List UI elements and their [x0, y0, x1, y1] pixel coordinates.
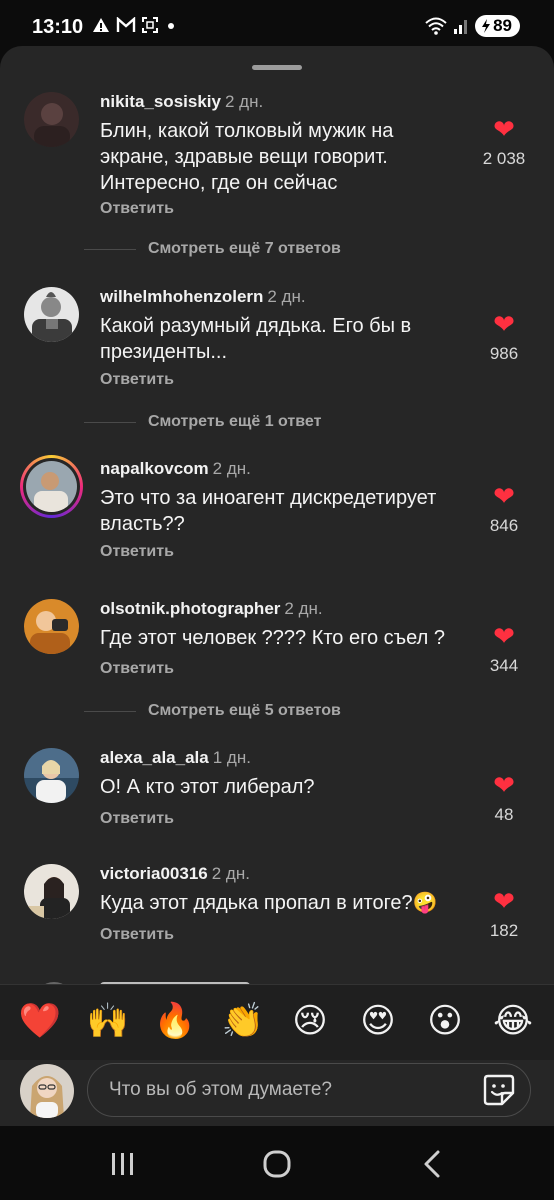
view-more-replies[interactable]: Смотреть ещё 5 ответов — [84, 700, 341, 722]
comment-age: 2 дн. — [224, 92, 264, 111]
raised-hands-emoji-button[interactable]: 🙌 — [86, 999, 130, 1043]
back-icon[interactable] — [413, 1144, 453, 1184]
status-time: 13:10 — [32, 16, 84, 38]
dot-icon — [168, 23, 174, 29]
status-left-icons — [92, 17, 178, 33]
comment-username[interactable]: victoria00316 — [100, 864, 208, 883]
surprised-emoji-button[interactable]: 😮 — [423, 999, 467, 1043]
replies-divider — [84, 421, 136, 423]
like-button[interactable]: ❤ 846 — [474, 483, 534, 536]
comment-line: Куда этот дядька пропал в итоге?🤪 — [100, 892, 438, 914]
comment-text: О! А кто этот либерал? — [100, 774, 485, 800]
battery-icon: 89 — [475, 15, 520, 37]
clap-emoji-button[interactable]: 👏 — [221, 999, 265, 1043]
comment-line: Это что за иноагент дискредетирует — [100, 487, 437, 509]
battery-level: 89 — [493, 16, 512, 35]
comment-line: О! А кто этот либерал? — [100, 776, 315, 798]
comment-text: Какой разумный дядька. Его бы в президен… — [100, 313, 485, 365]
avatar[interactable] — [24, 599, 79, 654]
heart-icon[interactable]: ❤ — [474, 483, 534, 509]
avatar[interactable] — [24, 748, 79, 803]
comment-age: 2 дн. — [267, 287, 306, 306]
avatar — [26, 461, 77, 512]
replies-divider — [84, 248, 136, 250]
heart-icon[interactable]: ❤ — [474, 623, 534, 649]
comment-line: власть?? — [100, 513, 185, 535]
comment-text: Где этот человек ???? Кто его съел ? — [100, 625, 485, 651]
system-nav-bar — [0, 1126, 554, 1200]
comment-line: президенты... — [100, 341, 228, 363]
like-count: 2 038 — [482, 149, 526, 168]
heart-icon[interactable]: ❤ — [474, 311, 534, 337]
reply-button[interactable]: Ответить — [100, 660, 174, 678]
view-more-replies[interactable]: Смотреть ещё 7 ответов — [84, 238, 341, 260]
comment-age: 1 дн. — [212, 748, 251, 767]
comment-input[interactable]: Что вы об этом думаете? — [87, 1063, 531, 1117]
comment-composer: Что вы об этом думаете? — [0, 1060, 554, 1126]
comment-line: Блин, какой толковый мужик на — [100, 120, 394, 142]
comment-line: Какой разумный дядька. Его бы в — [100, 315, 412, 337]
comment-username[interactable]: alexa_ala_ala — [100, 748, 209, 767]
my-avatar[interactable] — [20, 1064, 74, 1118]
wifi-icon — [425, 17, 447, 35]
avatar[interactable] — [24, 92, 79, 147]
home-icon[interactable] — [257, 1144, 297, 1184]
comment-age: 2 дн. — [212, 459, 251, 478]
view-more-replies-label: Смотреть ещё 7 ответов — [148, 240, 341, 257]
status-right-icons: 89 — [425, 15, 520, 37]
like-button[interactable]: ❤ 2 038 — [474, 116, 534, 169]
view-more-replies-label: Смотреть ещё 5 ответов — [148, 702, 341, 719]
heart-icon[interactable]: ❤ — [474, 772, 534, 798]
sticker-icon[interactable] — [482, 1073, 516, 1107]
comment-text: Куда этот дядька пропал в итоге?🤪 — [100, 890, 500, 916]
comment-username[interactable]: wilhelmhohenzolern — [100, 287, 263, 306]
recent-apps-icon[interactable] — [103, 1144, 143, 1184]
comment-username[interactable]: olsotnik.photographer — [100, 599, 280, 618]
like-count: 846 — [489, 516, 519, 535]
comment-username[interactable]: napalkovcom — [100, 459, 209, 478]
reply-button[interactable]: Ответить — [100, 371, 174, 389]
laughing-emoji-button[interactable]: 😂 — [491, 999, 535, 1043]
warning-icon — [93, 18, 109, 32]
comment-age: 2 дн. — [284, 599, 323, 618]
comment-age: 2 дн. — [211, 864, 250, 883]
like-button[interactable]: ❤ 344 — [474, 623, 534, 676]
heart-icon[interactable]: ❤ — [474, 888, 534, 914]
like-count: 48 — [494, 805, 514, 824]
screenshot-icon — [142, 17, 158, 33]
comment-text: Блин, какой толковый мужик на экране, зд… — [100, 118, 485, 196]
comment-line: экране, здравые вещи говорит. — [100, 146, 388, 168]
heart-emoji-button[interactable]: ❤️ — [18, 999, 62, 1043]
fire-emoji-button[interactable]: 🔥 — [153, 999, 197, 1043]
like-button[interactable]: ❤ 986 — [474, 311, 534, 364]
comment-input-placeholder: Что вы об этом думаете? — [109, 1079, 332, 1100]
comment-line: Где этот человек ???? Кто его съел ? — [100, 627, 445, 649]
reply-button[interactable]: Ответить — [100, 926, 174, 944]
like-count: 344 — [489, 656, 519, 675]
mail-icon — [116, 17, 136, 32]
heart-icon[interactable]: ❤ — [474, 116, 534, 142]
comment-line: Интересно, где он сейчас — [100, 172, 338, 194]
avatar[interactable] — [24, 287, 79, 342]
reply-button[interactable]: Ответить — [100, 543, 174, 561]
view-more-replies-label: Смотреть ещё 1 ответ — [148, 413, 322, 430]
like-button[interactable]: ❤ 48 — [474, 772, 534, 825]
replies-divider — [84, 710, 136, 712]
reply-button[interactable]: Ответить — [100, 200, 174, 218]
like-count: 986 — [489, 344, 519, 363]
reply-button[interactable]: Ответить — [100, 810, 174, 828]
emoji-reaction-bar: ❤️ 🙌 🔥 👏 😢 😍 😮 😂 — [0, 984, 554, 1061]
like-count: 182 — [489, 921, 519, 940]
comment-text: Это что за иноагент дискредетирует власт… — [100, 485, 485, 537]
signal-icon — [454, 20, 468, 34]
view-more-replies[interactable]: Смотреть ещё 1 ответ — [84, 411, 321, 433]
sheet-grabber[interactable] — [252, 65, 302, 70]
like-button[interactable]: ❤ 182 — [474, 888, 534, 941]
comments-sheet[interactable]: nikita_sosiskiy 2 дн. Блин, какой толковы… — [0, 46, 554, 1126]
crying-emoji-button[interactable]: 😢 — [288, 999, 332, 1043]
comment-username[interactable]: nikita_sosiskiy — [100, 92, 221, 111]
heart-eyes-emoji-button[interactable]: 😍 — [356, 999, 400, 1043]
avatar-story-ring[interactable] — [20, 455, 83, 518]
avatar[interactable] — [24, 864, 79, 919]
